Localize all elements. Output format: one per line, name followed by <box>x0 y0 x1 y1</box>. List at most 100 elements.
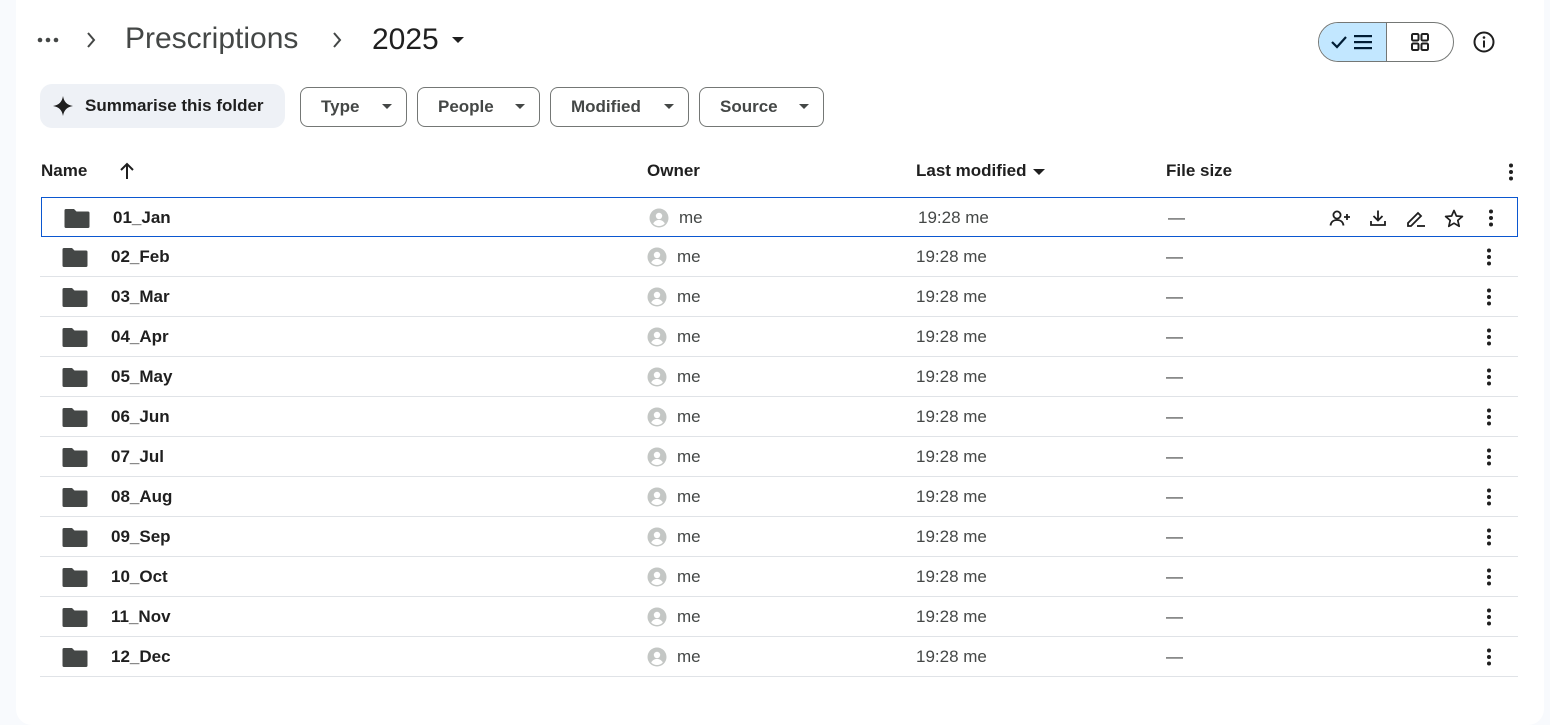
folder-icon <box>62 608 88 627</box>
avatar-icon <box>647 287 667 307</box>
file-name: 02_Feb <box>111 247 170 266</box>
folder-icon <box>62 288 88 307</box>
source-filter-chip[interactable]: Source <box>699 87 824 127</box>
last-modified: 19:28 me <box>916 487 987 506</box>
sparkle-icon <box>52 95 74 117</box>
modified-chip-label: Modified <box>571 97 641 116</box>
owner-name: me <box>679 208 703 227</box>
file-name: 04_Apr <box>111 327 169 346</box>
avatar-icon <box>647 647 667 667</box>
more-vert-icon[interactable] <box>1477 365 1501 389</box>
last-modified: 19:28 me <box>916 407 987 426</box>
type-filter-chip[interactable]: Type <box>300 87 407 127</box>
breadcrumb-parent[interactable]: Prescriptions <box>125 22 298 56</box>
file-size: — <box>1166 367 1183 386</box>
more-vert-icon[interactable] <box>1477 245 1501 269</box>
last-modified-label: Last modified <box>916 161 1027 180</box>
summarise-folder-button[interactable]: Summarise this folder <box>40 84 285 128</box>
more-vert-icon[interactable] <box>1479 206 1503 230</box>
last-modified: 19:28 me <box>916 567 987 586</box>
folder-icon <box>62 368 88 387</box>
file-size: — <box>1166 607 1183 626</box>
grid-icon <box>1410 33 1429 51</box>
owner-name: me <box>677 607 701 626</box>
file-name: 10_Oct <box>111 567 168 586</box>
chevron-down-icon <box>515 104 525 109</box>
owner-name: me <box>677 527 701 546</box>
file-name: 06_Jun <box>111 407 170 426</box>
folder-icon <box>64 209 90 228</box>
table-row[interactable]: 10_Oct me 19:28 me — <box>40 557 1518 597</box>
table-row[interactable]: 06_Jun me 19:28 me — <box>40 397 1518 437</box>
file-size: — <box>1166 527 1183 546</box>
owner-name: me <box>677 647 701 666</box>
more-vert-icon[interactable] <box>1477 525 1501 549</box>
owner-name: me <box>677 367 701 386</box>
rename-icon[interactable] <box>1404 206 1428 230</box>
file-name: 03_Mar <box>111 287 170 306</box>
main-panel: Prescriptions 2025 Summarise this folder… <box>16 0 1544 725</box>
file-list: 01_Jan me 19:28 me — 02_Feb me 19:28 me … <box>40 197 1518 677</box>
chevron-right-icon <box>81 30 101 50</box>
table-row[interactable]: 05_May me 19:28 me — <box>40 357 1518 397</box>
current-folder-label: 2025 <box>372 23 439 56</box>
breadcrumb-current-folder[interactable]: 2025 <box>372 20 465 60</box>
column-header-last-modified[interactable]: Last modified <box>916 161 1045 181</box>
more-vert-icon[interactable] <box>1477 325 1501 349</box>
more-vert-icon[interactable] <box>1477 565 1501 589</box>
avatar-icon <box>647 527 667 547</box>
last-modified: 19:28 me <box>916 367 987 386</box>
share-icon[interactable] <box>1328 206 1352 230</box>
star-icon[interactable] <box>1442 206 1466 230</box>
arrow-upward-icon[interactable] <box>116 160 138 182</box>
folder-icon <box>62 528 88 547</box>
column-header-file-size[interactable]: File size <box>1166 161 1232 181</box>
file-size: — <box>1166 567 1183 586</box>
chevron-right-icon <box>327 30 347 50</box>
table-row[interactable]: 07_Jul me 19:28 me — <box>40 437 1518 477</box>
avatar-icon <box>647 447 667 467</box>
avatar-icon <box>647 607 667 627</box>
modified-filter-chip[interactable]: Modified <box>550 87 689 127</box>
table-row[interactable]: 09_Sep me 19:28 me — <box>40 517 1518 557</box>
table-row[interactable]: 11_Nov me 19:28 me — <box>40 597 1518 637</box>
owner-name: me <box>677 287 701 306</box>
table-row[interactable]: 04_Apr me 19:28 me — <box>40 317 1518 357</box>
file-name: 12_Dec <box>111 647 171 666</box>
last-modified: 19:28 me <box>918 208 989 227</box>
table-row[interactable]: 02_Feb me 19:28 me — <box>40 237 1518 277</box>
file-size: — <box>1166 407 1183 426</box>
view-toggle <box>1318 22 1454 62</box>
list-view-button[interactable] <box>1319 23 1387 61</box>
more-vert-icon[interactable] <box>1477 645 1501 669</box>
column-header-owner[interactable]: Owner <box>647 161 700 181</box>
table-row[interactable]: 08_Aug me 19:28 me — <box>40 477 1518 517</box>
download-icon[interactable] <box>1366 206 1390 230</box>
grid-view-button[interactable] <box>1387 23 1454 61</box>
folder-icon <box>62 248 88 267</box>
column-header-name[interactable]: Name <box>41 161 87 181</box>
file-name: 08_Aug <box>111 487 173 506</box>
more-vert-icon[interactable] <box>1477 485 1501 509</box>
folder-icon <box>62 488 88 507</box>
file-size: — <box>1166 247 1183 266</box>
file-name: 07_Jul <box>111 447 164 466</box>
more-vert-icon[interactable] <box>1477 285 1501 309</box>
more-horiz-icon[interactable] <box>36 28 60 52</box>
more-vert-icon[interactable] <box>1477 605 1501 629</box>
table-row[interactable]: 12_Dec me 19:28 me — <box>40 637 1518 677</box>
info-icon[interactable] <box>1470 28 1498 56</box>
more-vert-icon[interactable] <box>1477 405 1501 429</box>
table-row[interactable]: 03_Mar me 19:28 me — <box>40 277 1518 317</box>
file-size: — <box>1166 647 1183 666</box>
people-filter-chip[interactable]: People <box>417 87 540 127</box>
file-size: — <box>1166 487 1183 506</box>
chevron-down-icon <box>799 104 809 109</box>
last-modified: 19:28 me <box>916 447 987 466</box>
table-row[interactable]: 01_Jan me 19:28 me — <box>41 197 1518 237</box>
more-vert-icon[interactable] <box>1477 445 1501 469</box>
owner-name: me <box>677 567 701 586</box>
more-vert-icon[interactable] <box>1499 160 1523 184</box>
arrow-drop-down-icon <box>1032 168 1045 175</box>
folder-icon <box>62 648 88 667</box>
